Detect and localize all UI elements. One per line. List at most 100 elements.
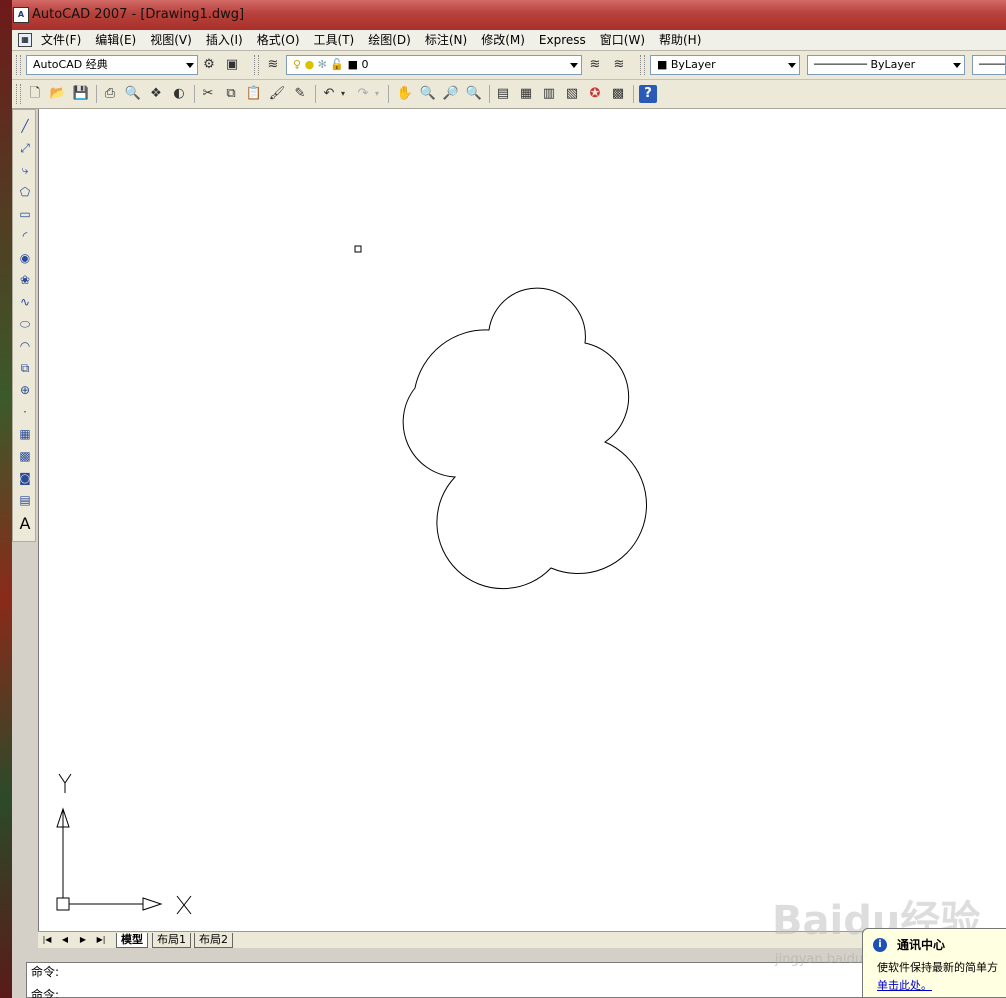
balloon-link[interactable]: 单击此处。 [877,977,932,993]
workspace-save-icon[interactable]: ▣ [223,56,241,74]
first-tab-icon[interactable]: |◀ [40,934,54,946]
menu-draw[interactable]: 绘图(D) [368,32,418,48]
3d-dwf-icon[interactable]: ◐ [170,85,188,103]
polyline-icon[interactable]: ⤷ [15,160,35,180]
properties-icon[interactable]: ▤ [494,85,512,103]
linetype-dropdown[interactable]: ──────── ByLayer [807,55,965,75]
info-icon: i [873,938,887,952]
region-icon[interactable]: ◙ [15,468,35,488]
linetype-value: ByLayer [870,58,916,71]
revision-cloud-shape[interactable] [402,287,648,590]
standard-toolbar: 🗋 📂 💾 ⎙ 🔍 ❖ ◐ ✂ ⧉ 📋 🖌 ✎ ↶ ▾ ↷ ▾ ✋ 🔍 🔎 🔍 … [12,80,1006,109]
make-block-icon[interactable]: ⊕ [15,380,35,400]
ucs-icon [56,773,192,915]
menu-dimension[interactable]: 标注(N) [425,32,474,48]
table-icon[interactable]: ▤ [15,490,35,510]
line-icon[interactable]: ╱ [15,116,35,136]
menu-express[interactable]: Express [539,32,593,48]
polygon-icon[interactable]: ⬠ [15,182,35,202]
redo-dropdown-icon[interactable]: ▾ [372,85,382,103]
menu-tools[interactable]: 工具(T) [314,32,362,48]
bulb-icon: ♀ [293,58,302,71]
command-history[interactable]: 命令: 命令: [26,962,1006,998]
hatch-icon[interactable]: ▦ [15,424,35,444]
toolbar-grip[interactable] [640,55,645,75]
command-prompt[interactable]: 命令: [31,987,59,998]
calculator-icon[interactable]: ▩ [609,85,627,103]
menu-window[interactable]: 窗口(W) [600,32,652,48]
color-value: ByLayer [670,58,716,71]
block-editor-icon[interactable]: ✎ [291,85,309,103]
spline-icon[interactable]: ∿ [15,292,35,312]
insert-block-icon[interactable]: ⧉ [15,358,35,378]
sheet-set-manager-icon[interactable]: ▧ [563,85,581,103]
toolbar-grip[interactable] [16,55,21,75]
menu-view[interactable]: 视图(V) [150,32,199,48]
chevron-down-icon [570,63,578,68]
match-properties-icon[interactable]: 🖌 [268,85,286,103]
layer-dropdown[interactable]: ♀ ● ✻ 🔓 ■ 0 [286,55,582,75]
arc-icon[interactable]: ◜ [15,226,35,246]
plot-preview-icon[interactable]: 🔍 [124,85,142,103]
layer-manager-icon[interactable]: ≋ [264,56,282,74]
document-icon[interactable]: ▦ [18,33,32,47]
point-icon[interactable]: · [15,402,35,422]
circle-icon[interactable]: ◉ [15,248,35,268]
revision-cloud-icon[interactable]: ❀ [15,270,35,290]
undo-dropdown-icon[interactable]: ▾ [338,85,348,103]
menu-edit[interactable]: 编辑(E) [95,32,143,48]
plot-icon[interactable]: ⎙ [101,85,119,103]
tab-model[interactable]: 模型 [116,933,148,948]
ellipse-icon[interactable]: ⬭ [15,314,35,334]
menu-file[interactable]: 文件(F) [41,32,88,48]
copy-icon[interactable]: ⧉ [222,85,240,103]
save-icon[interactable]: 💾 [72,85,90,103]
workspace-dropdown[interactable]: AutoCAD 经典 [26,55,198,75]
workspace-settings-icon[interactable]: ⚙ [200,56,218,74]
pan-icon[interactable]: ✋ [396,85,414,103]
freeze-icon: ✻ [317,58,327,71]
new-file-icon[interactable]: 🗋 [26,85,44,103]
next-tab-icon[interactable]: ▶ [76,934,90,946]
tool-palettes-icon[interactable]: ▥ [540,85,558,103]
open-file-icon[interactable]: 📂 [49,85,67,103]
menu-help[interactable]: 帮助(H) [659,32,708,48]
linetype-preview: ──────── [814,58,871,71]
zoom-realtime-icon[interactable]: 🔍 [419,85,437,103]
title-bar[interactable]: A AutoCAD 2007 - [Drawing1.dwg] [12,0,1006,30]
toolbar-grip[interactable] [254,55,259,75]
communication-center-balloon[interactable]: i 通讯中心 使软件保持最新的简单方 单击此处。 [862,928,1006,998]
rectangle-icon[interactable]: ▭ [15,204,35,224]
redo-icon[interactable]: ↷ [354,85,372,103]
paste-icon[interactable]: 📋 [245,85,263,103]
chevron-down-icon [953,63,961,68]
layer-previous-icon[interactable]: ≋ [610,56,628,74]
publish-icon[interactable]: ❖ [147,85,165,103]
lineweight-dropdown[interactable]: ──── [972,55,1006,75]
tab-layout2[interactable]: 布局2 [194,933,233,948]
design-center-icon[interactable]: ▦ [517,85,535,103]
previous-tab-icon[interactable]: ◀ [58,934,72,946]
zoom-previous-icon[interactable]: 🔍 [465,85,483,103]
menu-insert[interactable]: 插入(I) [206,32,250,48]
lineweight-preview: ──── [979,58,1006,71]
markup-set-manager-icon[interactable]: ✪ [586,85,604,103]
make-layer-current-icon[interactable]: ≋ [586,56,604,74]
multiline-text-icon[interactable]: A [15,513,35,533]
help-icon[interactable]: ? [639,85,657,103]
menu-modify[interactable]: 修改(M) [481,32,532,48]
tab-layout1[interactable]: 布局1 [152,933,191,948]
toolbar-grip[interactable] [16,84,21,104]
separator [489,85,490,103]
last-tab-icon[interactable]: ▶| [94,934,108,946]
undo-icon[interactable]: ↶ [320,85,338,103]
zoom-window-icon[interactable]: 🔎 [442,85,460,103]
construction-line-icon[interactable]: ⤢ [15,138,35,158]
drawing-canvas[interactable] [38,109,1006,931]
gradient-icon[interactable]: ▩ [15,446,35,466]
autocad-app-icon[interactable]: A [13,7,29,23]
menu-format[interactable]: 格式(O) [257,32,307,48]
ellipse-arc-icon[interactable]: ◠ [15,336,35,356]
color-dropdown[interactable]: ■ ByLayer [650,55,800,75]
cut-icon[interactable]: ✂ [199,85,217,103]
